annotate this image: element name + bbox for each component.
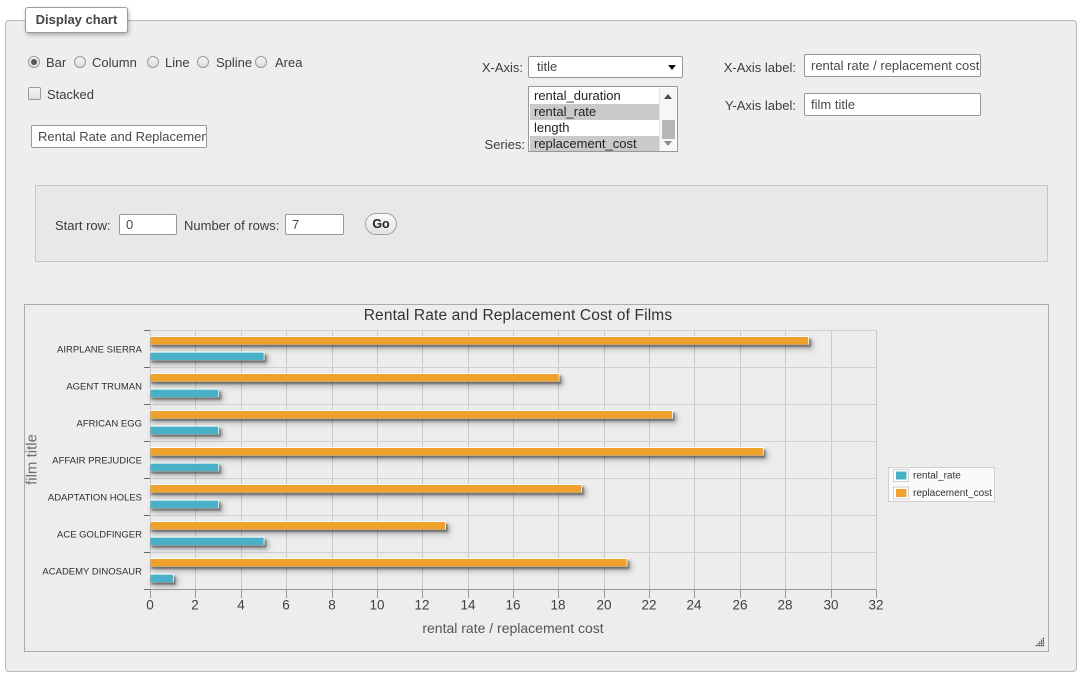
- svg-text:12: 12: [414, 598, 429, 613]
- svg-text:14: 14: [460, 598, 476, 613]
- svg-text:28: 28: [777, 598, 792, 613]
- svg-text:8: 8: [328, 598, 336, 613]
- svg-text:0: 0: [146, 598, 154, 613]
- svg-text:AFFAIR PREJUDICE: AFFAIR PREJUDICE: [52, 456, 142, 467]
- svg-text:ACADEMY DINOSAUR: ACADEMY DINOSAUR: [42, 567, 142, 578]
- svg-text:2: 2: [191, 598, 199, 613]
- svg-text:ADAPTATION HOLES: ADAPTATION HOLES: [48, 493, 142, 504]
- svg-text:18: 18: [550, 598, 565, 613]
- svg-text:30: 30: [823, 598, 838, 613]
- svg-text:AGENT TRUMAN: AGENT TRUMAN: [66, 382, 142, 393]
- svg-text:6: 6: [282, 598, 290, 613]
- svg-text:Rental Rate and Replacement Co: Rental Rate and Replacement Cost of Film…: [364, 307, 673, 324]
- svg-text:AFRICAN EGG: AFRICAN EGG: [77, 419, 142, 430]
- svg-text:AIRPLANE SIERRA: AIRPLANE SIERRA: [57, 345, 143, 356]
- svg-text:22: 22: [641, 598, 656, 613]
- svg-text:film title: film title: [24, 434, 41, 485]
- svg-text:24: 24: [686, 598, 702, 613]
- svg-text:10: 10: [369, 598, 384, 613]
- svg-text:26: 26: [732, 598, 747, 613]
- svg-text:replacement_cost: replacement_cost: [913, 488, 992, 499]
- svg-text:rental_rate: rental_rate: [913, 471, 961, 482]
- svg-text:4: 4: [237, 598, 245, 613]
- svg-text:16: 16: [505, 598, 520, 613]
- svg-text:ACE GOLDFINGER: ACE GOLDFINGER: [57, 530, 142, 541]
- svg-text:rental rate / replacement cost: rental rate / replacement cost: [422, 620, 603, 636]
- svg-text:32: 32: [868, 598, 883, 613]
- svg-text:20: 20: [596, 598, 611, 613]
